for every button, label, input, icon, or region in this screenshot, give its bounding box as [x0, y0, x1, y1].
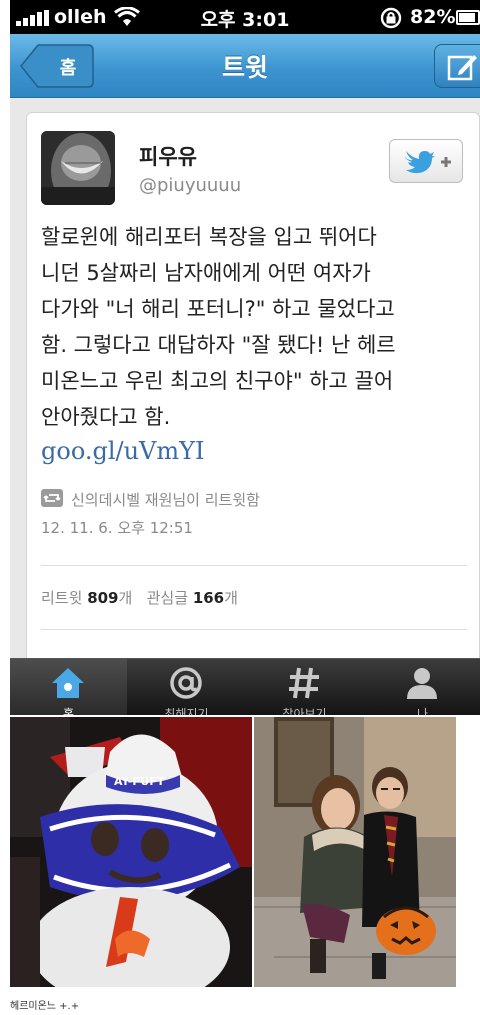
- tweet-text: 할로윈에 해리포터 복장을 입고 뛰어다 니던 5살짜리 남자애에게 어떤 여자…: [41, 219, 471, 435]
- divider: [41, 629, 467, 630]
- tweet-card: 피우유 @piuyuuuu 할로윈에 해리포터 복장을 입고 뛰어다 니던 5살…: [26, 112, 480, 712]
- tweet-text-line: 함. 그렇다고 대답하자 "잘 됐다! 난 헤르: [41, 333, 396, 357]
- tab-label: 찾아보기: [282, 707, 327, 715]
- battery-percent: 82%: [410, 6, 456, 28]
- tweet-link[interactable]: goo.gl/uVmYI: [41, 437, 204, 465]
- tweet-timestamp: 12. 11. 6. 오후 12:51: [41, 519, 193, 537]
- display-name[interactable]: 피우유: [139, 141, 197, 171]
- tweet-stats: 리트윗 809개 관심글 166개: [41, 587, 238, 608]
- favorites-label: 관심글: [146, 589, 189, 607]
- screen-name[interactable]: @piuyuuuu: [139, 175, 241, 196]
- twitter-bird-plus-icon: [404, 151, 451, 174]
- page-title: 트윗: [221, 53, 268, 82]
- retweets-label: 리트윗: [41, 589, 83, 607]
- hash-icon: [289, 667, 319, 699]
- image-caption: 헤르미온느 +.+: [10, 1001, 80, 1012]
- tab-discover[interactable]: 찾아보기: [246, 659, 363, 715]
- retweeted-by-text: 신의데시벨 재원님이 리트윗함: [71, 491, 260, 509]
- costume-photo: AY-PUFT: [10, 717, 252, 987]
- tweet-text-line: 안아줬다고 함.: [41, 405, 171, 429]
- tab-connect[interactable]: 최해지기: [128, 659, 245, 715]
- retweet-icon: [41, 489, 63, 507]
- tweet-text-line: 미온느고 우린 최고의 친구야" 하고 끌어: [41, 369, 394, 393]
- compose-icon: [447, 55, 477, 81]
- battery-icon: [456, 10, 480, 25]
- at-icon: [170, 667, 202, 699]
- navigation-bar: 홈 트윗: [10, 34, 480, 98]
- tab-label: 나: [416, 707, 429, 715]
- retweets-count[interactable]: 809: [87, 589, 118, 607]
- tweet-text-line: 니던 5살짜리 남자애에게 어떤 여자가: [41, 261, 371, 285]
- tab-home[interactable]: 홈: [10, 659, 127, 715]
- screenshot-page: olleh 오후 3:01 82% 홈 트윗 피우유 @piuyuuuu 할로윈…: [0, 0, 480, 1015]
- divider: [41, 565, 467, 566]
- status-bar: olleh 오후 3:01 82%: [10, 0, 480, 34]
- tab-label: 홈: [62, 707, 75, 715]
- tweet-text-line: 다가와 "너 해리 포터니?" 하고 물었다고: [41, 297, 395, 321]
- follow-button[interactable]: [389, 139, 463, 183]
- phone-screenshot: olleh 오후 3:01 82% 홈 트윗 피우유 @piuyuuuu 할로윈…: [10, 0, 480, 715]
- tweet-text-line: 할로윈에 해리포터 복장을 입고 뛰어다: [41, 225, 377, 249]
- person-icon: [407, 668, 437, 699]
- tab-bar: 홈 최해지기 찾아보기 나: [10, 658, 480, 715]
- avatar[interactable]: [41, 131, 115, 205]
- costume-badge-text: AY-PUFT: [114, 775, 165, 788]
- tab-me[interactable]: 나: [364, 659, 480, 715]
- favorites-unit: 개: [224, 589, 238, 607]
- compose-button[interactable]: [434, 44, 480, 88]
- rotation-lock-icon: [380, 7, 402, 29]
- retweets-unit: 개: [118, 589, 133, 607]
- hermione-photo: [254, 717, 456, 987]
- favorites-count[interactable]: 166: [193, 589, 224, 607]
- tab-label: 최해지기: [164, 707, 209, 715]
- home-icon: [52, 668, 84, 698]
